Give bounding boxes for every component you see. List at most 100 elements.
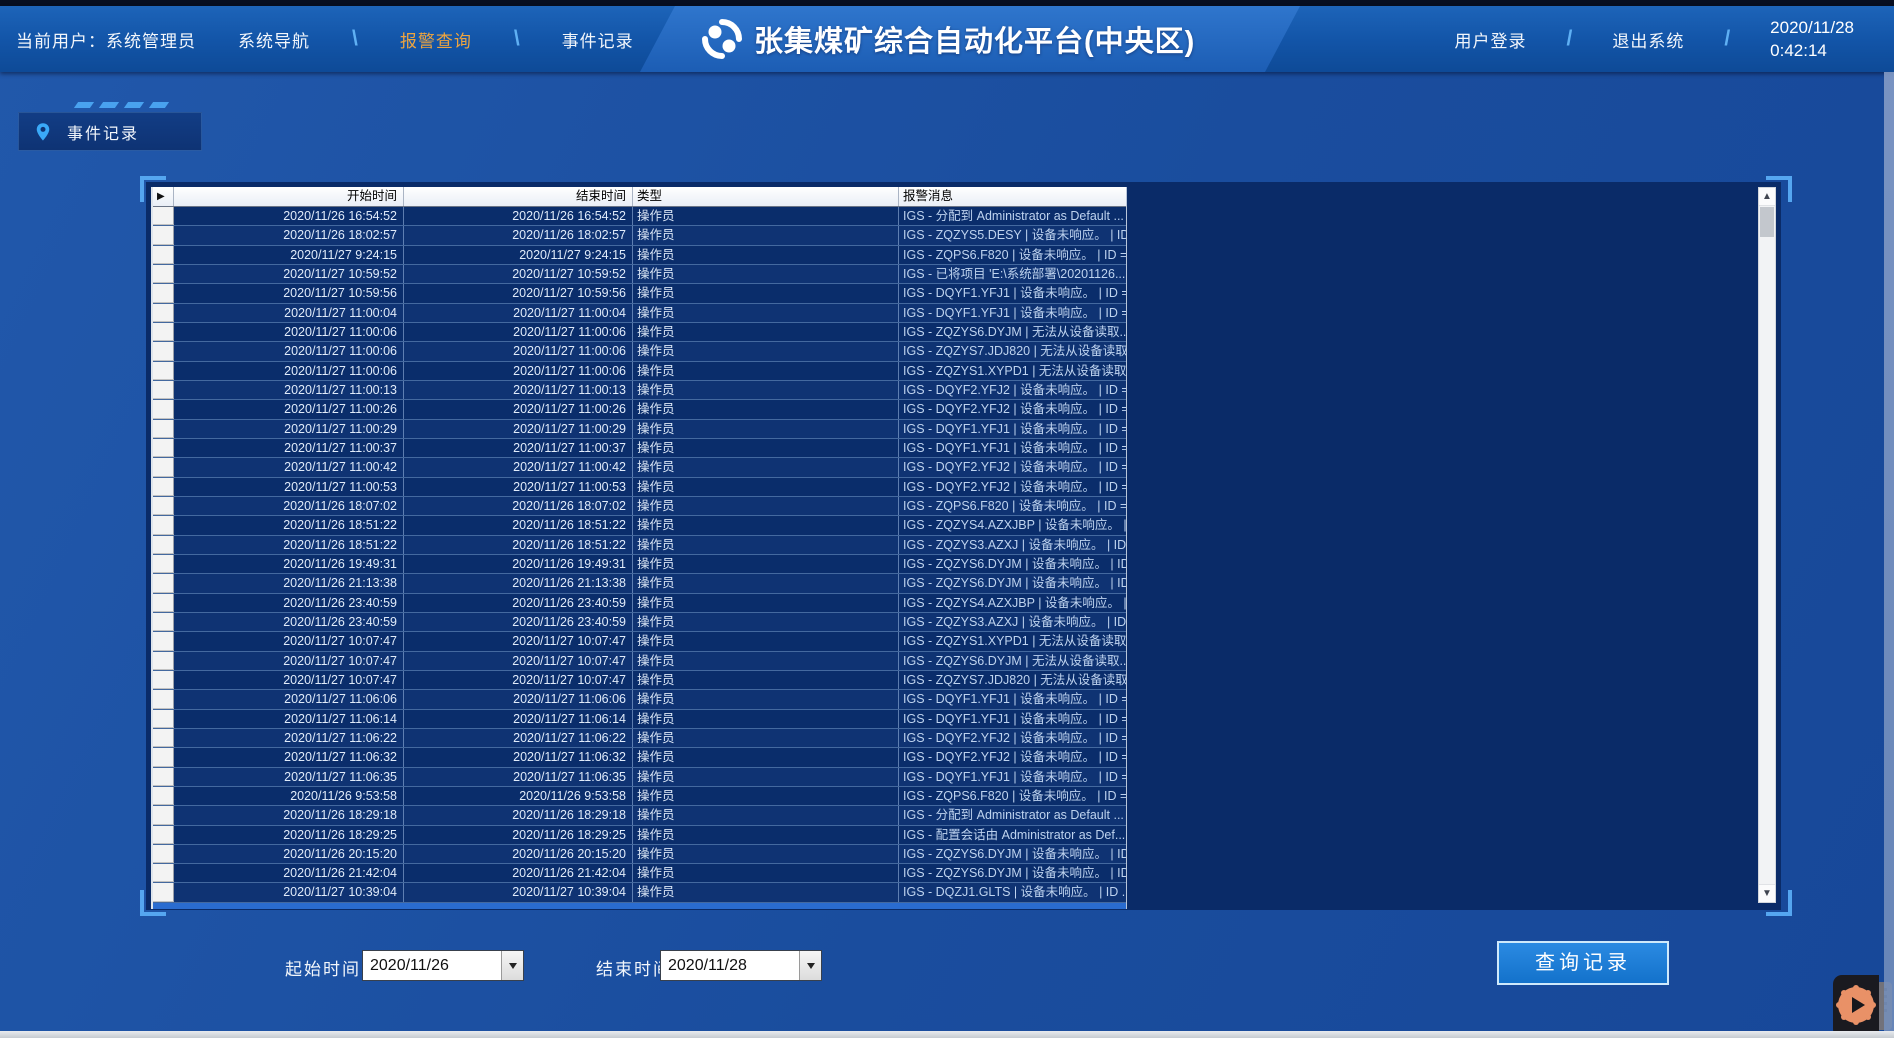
table-row[interactable]: 2020/11/27 11:06:14 2020/11/27 11:06:14 … bbox=[153, 710, 1126, 729]
table-row[interactable]: 2020/11/27 11:06:32 2020/11/27 11:06:32 … bbox=[153, 748, 1126, 767]
row-selector-cell[interactable] bbox=[153, 768, 174, 786]
row-selector-cell[interactable] bbox=[153, 439, 174, 457]
nav-item-user-login[interactable]: 用户登录 bbox=[1454, 27, 1526, 52]
row-selector-cell[interactable] bbox=[153, 420, 174, 438]
scrollbar-up-arrow-icon[interactable]: ▲ bbox=[1759, 188, 1775, 206]
row-selector-cell[interactable] bbox=[153, 536, 174, 554]
table-row[interactable]: 2020/11/27 11:00:06 2020/11/27 11:00:06 … bbox=[153, 342, 1126, 361]
row-selector-cell[interactable] bbox=[153, 342, 174, 360]
row-selector-cell[interactable] bbox=[153, 458, 174, 476]
row-selector-cell[interactable] bbox=[153, 883, 174, 901]
row-selector-cell[interactable] bbox=[153, 516, 174, 534]
scrollbar-thumb[interactable] bbox=[1760, 207, 1774, 237]
row-selector-cell[interactable] bbox=[153, 652, 174, 670]
dropdown-arrow-icon[interactable] bbox=[799, 951, 821, 980]
table-row[interactable]: 2020/11/26 18:29:18 2020/11/26 18:29:18 … bbox=[153, 806, 1126, 825]
table-row[interactable]: 2020/11/27 11:00:29 2020/11/27 11:00:29 … bbox=[153, 420, 1126, 439]
table-row[interactable]: 2020/11/26 18:07:02 2020/11/26 18:07:02 … bbox=[153, 497, 1126, 516]
scrollbar-down-arrow-icon[interactable]: ▼ bbox=[1759, 884, 1775, 902]
table-row[interactable]: 2020/11/27 11:06:22 2020/11/27 11:06:22 … bbox=[153, 729, 1126, 748]
table-row[interactable]: 2020/11/26 18:51:22 2020/11/26 18:51:22 … bbox=[153, 516, 1126, 535]
table-row[interactable]: 2020/11/26 21:42:04 2020/11/26 21:42:04 … bbox=[153, 864, 1126, 883]
table-row[interactable]: 2020/11/27 11:00:04 2020/11/27 11:00:04 … bbox=[153, 304, 1126, 323]
row-selector-cell[interactable] bbox=[153, 323, 174, 341]
nav-item-system-navigation[interactable]: 系统导航 bbox=[238, 27, 310, 52]
row-selector-cell[interactable] bbox=[153, 594, 174, 612]
row-selector-cell[interactable] bbox=[153, 729, 174, 747]
cell-alarm-message: IGS - ZQZYS5.DESY | 设备未响应。 | ID ... bbox=[899, 226, 1126, 244]
row-selector-cell[interactable] bbox=[153, 632, 174, 650]
table-row[interactable]: 2020/11/27 10:07:47 2020/11/27 10:07:47 … bbox=[153, 652, 1126, 671]
query-records-button[interactable]: 查询记录 bbox=[1497, 941, 1669, 985]
table-row[interactable]: 2020/11/26 16:54:52 2020/11/26 16:54:52 … bbox=[153, 207, 1126, 226]
nav-item-alarm-query[interactable]: 报警查询 bbox=[400, 27, 472, 52]
table-row[interactable]: 2020/11/27 11:06:06 2020/11/27 11:06:06 … bbox=[153, 690, 1126, 709]
row-selector-cell[interactable] bbox=[153, 864, 174, 882]
column-header-alarm-message[interactable]: 报警消息 bbox=[899, 187, 1126, 206]
row-selector-cell[interactable] bbox=[153, 787, 174, 805]
row-selector-cell[interactable] bbox=[153, 555, 174, 573]
table-row[interactable]: 2020/11/26 18:02:57 2020/11/26 18:02:57 … bbox=[153, 226, 1126, 245]
table-row[interactable]: 2020/11/27 11:06:35 2020/11/27 11:06:35 … bbox=[153, 768, 1126, 787]
table-row[interactable]: 2020/11/27 11:00:42 2020/11/27 11:00:42 … bbox=[153, 458, 1126, 477]
row-selector-cell[interactable] bbox=[153, 613, 174, 631]
row-selector-cell[interactable] bbox=[153, 497, 174, 515]
row-selector-cell[interactable] bbox=[153, 400, 174, 418]
column-header-start-time[interactable]: 开始时间 bbox=[174, 187, 404, 206]
table-row[interactable]: 2020/11/26 20:15:20 2020/11/26 20:15:20 … bbox=[153, 845, 1126, 864]
table-row[interactable]: 2020/11/27 11:00:37 2020/11/27 11:00:37 … bbox=[153, 439, 1126, 458]
row-selector-cell[interactable] bbox=[153, 478, 174, 496]
row-selector-cell[interactable] bbox=[153, 574, 174, 592]
table-row[interactable]: 2020/11/27 10:07:47 2020/11/27 10:07:47 … bbox=[153, 671, 1126, 690]
table-row[interactable]: 2020/11/26 19:49:31 2020/11/26 19:49:31 … bbox=[153, 555, 1126, 574]
table-row[interactable]: 2020/11/27 11:00:13 2020/11/27 11:00:13 … bbox=[153, 381, 1126, 400]
row-selector-cell[interactable] bbox=[153, 671, 174, 689]
table-row[interactable]: 2020/11/27 11:00:53 2020/11/27 11:00:53 … bbox=[153, 478, 1126, 497]
column-header-end-time[interactable]: 结束时间 bbox=[404, 187, 633, 206]
row-selector-cell[interactable] bbox=[153, 826, 174, 844]
row-selector-cell[interactable] bbox=[153, 226, 174, 244]
table-row[interactable]: 2020/11/27 10:59:52 2020/11/27 10:59:52 … bbox=[153, 265, 1126, 284]
row-selector-cell[interactable] bbox=[153, 246, 174, 264]
table-row[interactable]: 2020/11/27 11:00:06 2020/11/27 11:00:06 … bbox=[153, 362, 1126, 381]
table-vertical-scrollbar[interactable]: ▲ ▼ bbox=[1758, 187, 1776, 903]
cell-type: 操作员 bbox=[633, 362, 899, 380]
screen-recorder-widget[interactable] bbox=[1833, 975, 1879, 1038]
nav-item-event-record[interactable]: 事件记录 bbox=[562, 27, 634, 52]
cell-type: 操作员 bbox=[633, 226, 899, 244]
cell-alarm-message: IGS - DQYF2.YFJ2 | 设备未响应。 | ID =... bbox=[899, 381, 1126, 399]
table-row[interactable]: 2020/11/26 23:40:59 2020/11/26 23:40:59 … bbox=[153, 594, 1126, 613]
table-row[interactable]: 2020/11/27 10:59:56 2020/11/27 10:59:56 … bbox=[153, 284, 1126, 303]
row-selector-cell[interactable] bbox=[153, 748, 174, 766]
row-selector-cell[interactable] bbox=[153, 710, 174, 728]
table-row[interactable]: 2020/11/27 11:00:06 2020/11/27 11:00:06 … bbox=[153, 323, 1126, 342]
date-text: 2020/11/28 bbox=[1770, 16, 1854, 39]
row-selector-cell[interactable] bbox=[153, 265, 174, 283]
table-row[interactable]: 2020/11/27 9:24:15 2020/11/27 9:24:15 操作… bbox=[153, 246, 1126, 265]
start-date-select[interactable]: 2020/11/26 bbox=[362, 950, 524, 981]
row-selector-cell[interactable] bbox=[153, 284, 174, 302]
row-selector-cell[interactable] bbox=[153, 806, 174, 824]
dropdown-arrow-icon[interactable] bbox=[501, 951, 523, 980]
table-row[interactable]: 2020/11/26 21:13:38 2020/11/26 21:13:38 … bbox=[153, 574, 1126, 593]
table-row[interactable]: 2020/11/26 9:53:58 2020/11/26 9:53:58 操作… bbox=[153, 787, 1126, 806]
table-row[interactable]: 2020/11/26 18:29:25 2020/11/26 18:29:25 … bbox=[153, 826, 1126, 845]
row-selector-cell[interactable] bbox=[153, 381, 174, 399]
row-selector-cell[interactable] bbox=[153, 362, 174, 380]
cell-end-time: 2020/11/27 11:06:32 bbox=[404, 748, 633, 766]
column-header-type[interactable]: 类型 bbox=[633, 187, 899, 206]
row-selector-cell[interactable] bbox=[153, 690, 174, 708]
row-selector-cell[interactable] bbox=[153, 304, 174, 322]
table-row[interactable]: 2020/11/26 18:51:22 2020/11/26 18:51:22 … bbox=[153, 536, 1126, 555]
table-row[interactable]: 2020/11/27 11:00:26 2020/11/27 11:00:26 … bbox=[153, 400, 1126, 419]
end-date-select[interactable]: 2020/11/28 bbox=[660, 950, 822, 981]
table-row[interactable]: 2020/11/27 10:07:47 2020/11/27 10:07:47 … bbox=[153, 632, 1126, 651]
row-selector-cell[interactable] bbox=[153, 207, 174, 225]
table-row[interactable]: 2020/11/27 10:39:04 2020/11/27 10:39:04 … bbox=[153, 883, 1126, 902]
tab-event-record[interactable]: 事件记录 bbox=[18, 112, 202, 151]
cell-start-time: 2020/11/26 21:42:04 bbox=[174, 864, 404, 882]
row-selector-cell[interactable] bbox=[153, 845, 174, 863]
cell-end-time: 2020/11/27 11:00:37 bbox=[404, 439, 633, 457]
nav-item-exit-system[interactable]: 退出系统 bbox=[1612, 27, 1684, 52]
table-row[interactable]: 2020/11/26 23:40:59 2020/11/26 23:40:59 … bbox=[153, 613, 1126, 632]
